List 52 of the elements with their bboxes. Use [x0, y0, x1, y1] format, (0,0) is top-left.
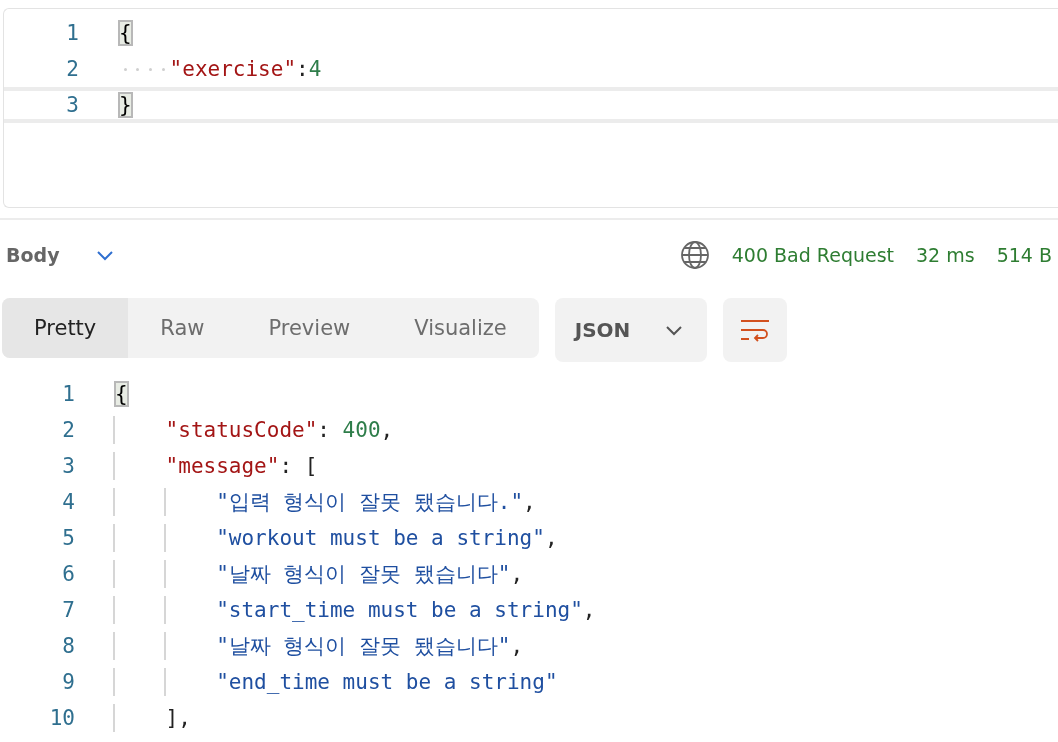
code-token: 400: [342, 418, 381, 442]
code-token: 4: [308, 57, 322, 81]
code-token: "날짜 형식이 잘못 됐습니다": [216, 633, 511, 660]
code-token: :: [317, 418, 331, 442]
code-token: "날짜 형식이 잘못 됐습니다": [216, 561, 511, 588]
chevron-down-icon: [664, 324, 683, 336]
response-time: 32 ms: [916, 244, 975, 266]
brace: {: [119, 21, 132, 45]
line-number: 2: [65, 57, 79, 81]
line-number: 10: [48, 706, 75, 730]
line-number: 2: [61, 418, 75, 442]
section-label: Body: [6, 244, 60, 266]
view-tab[interactable]: Preview: [236, 298, 383, 358]
code-token: ,: [510, 562, 524, 586]
code-token: ,: [523, 490, 536, 514]
code-token: : [: [279, 454, 318, 478]
chevron-down-icon[interactable]: [95, 249, 114, 261]
brace: }: [119, 93, 132, 117]
line-number: 3: [65, 93, 79, 117]
code-token: ,: [510, 634, 524, 658]
code-token: "입력 형식이 잘못 됐습니다.": [216, 489, 524, 516]
line-number: 3: [61, 454, 75, 478]
code-token: "workout must be a string": [216, 526, 545, 550]
view-tab[interactable]: Raw: [128, 298, 237, 358]
line-number: 7: [61, 598, 75, 622]
line-number: 1: [61, 382, 75, 406]
code-token: "end_time must be a string": [216, 670, 558, 694]
view-tab[interactable]: Pretty: [2, 298, 129, 358]
line-number: 9: [61, 670, 75, 694]
line-number: 6: [61, 562, 75, 586]
wrap-lines-button[interactable]: [722, 298, 787, 362]
code-token: :: [296, 57, 309, 81]
code-token: "start_time must be a string": [216, 598, 583, 622]
wrap-lines-icon: [739, 318, 770, 342]
code-token: "statusCode": [165, 418, 318, 442]
view-tab[interactable]: Visualize: [382, 298, 539, 358]
brace: {: [115, 382, 128, 406]
request-editor[interactable]: 1 { 2 "exercise":4 3 }: [3, 8, 1058, 208]
line-number: 8: [61, 634, 75, 658]
code-token: ,: [544, 526, 558, 550]
line-number: 1: [65, 21, 79, 45]
code-token: ,: [380, 418, 394, 442]
line-number: 5: [61, 526, 75, 550]
code-token: ],: [165, 706, 191, 730]
status-code: 400 Bad Request: [731, 244, 895, 266]
code-token: "exercise": [169, 57, 297, 81]
line-number: 4: [61, 490, 75, 514]
response-size: 514 B: [996, 244, 1052, 266]
code-token: "message": [165, 454, 280, 478]
globe-icon[interactable]: [679, 240, 710, 270]
code-token: ,: [582, 598, 596, 622]
format-dropdown[interactable]: JSON: [554, 298, 707, 362]
